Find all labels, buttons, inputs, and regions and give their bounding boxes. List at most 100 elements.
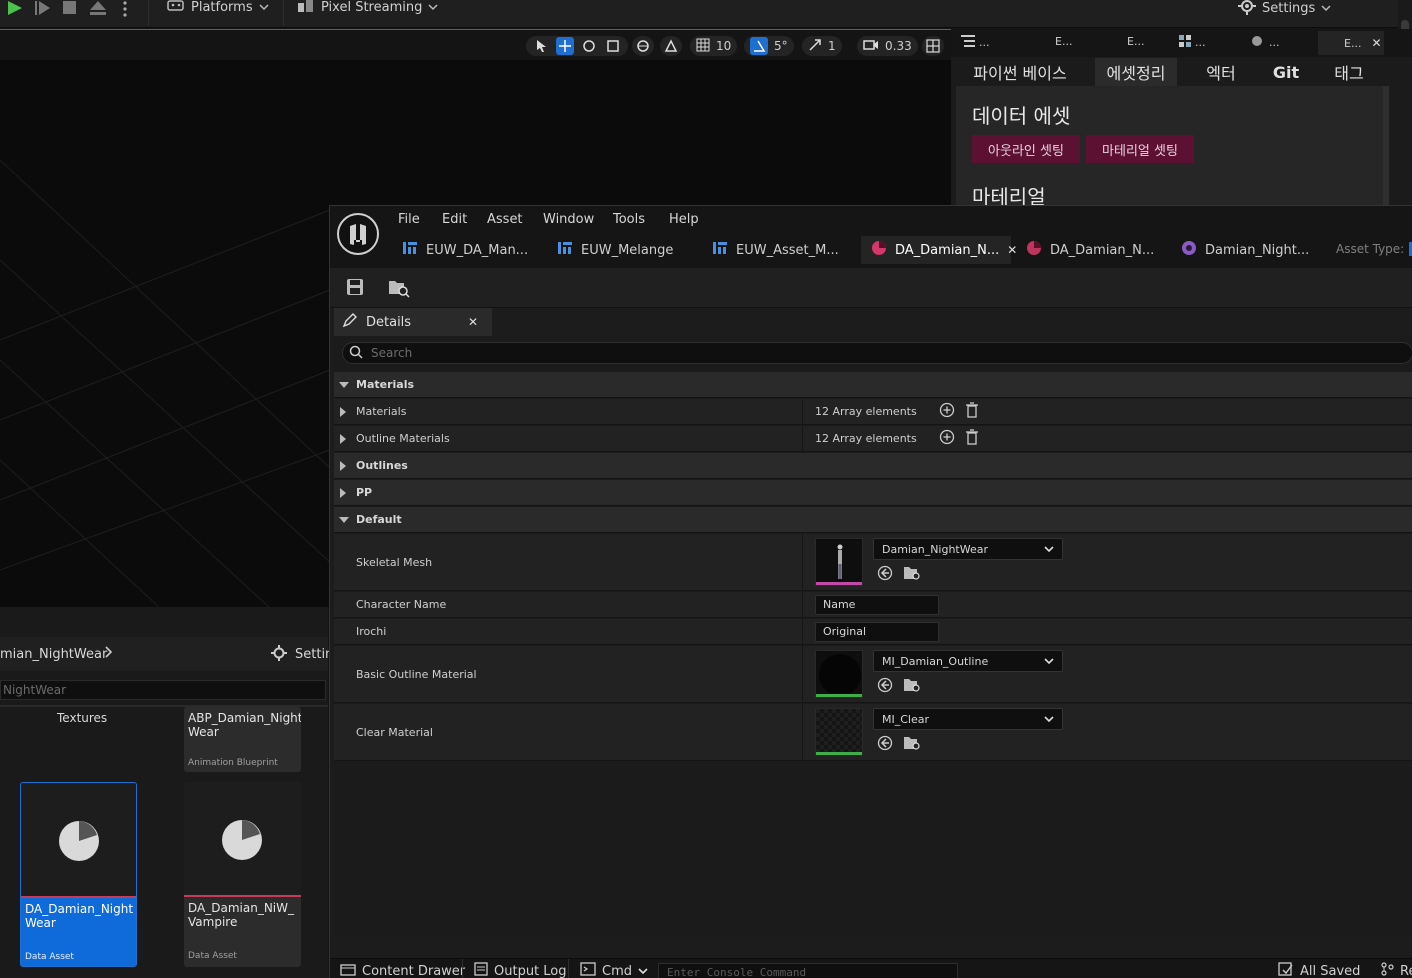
asset-label-area: DA_Damian_NiW_ Vampire Data Asset [184, 897, 301, 965]
folder-label[interactable]: Textures [57, 711, 107, 725]
cb-settings-button[interactable]: Settin [271, 645, 333, 664]
tab-git[interactable]: Git [1263, 58, 1309, 86]
platforms-menu[interactable]: Platforms [167, 0, 269, 17]
menu-window[interactable]: Window [543, 212, 594, 227]
content-drawer-label: Content Drawer [362, 963, 466, 978]
basic-outline-material-combo[interactable]: MI_Damian_Outline [873, 650, 1063, 672]
revision-control-button[interactable]: Re [1380, 961, 1412, 978]
panel-tab-world[interactable]: ... [1251, 35, 1280, 50]
use-selected-icon[interactable] [877, 565, 893, 584]
move-icon[interactable] [556, 37, 574, 55]
browse-folder-icon[interactable] [903, 677, 921, 696]
menu-edit[interactable]: Edit [442, 212, 467, 227]
irochi-field[interactable]: Original [815, 621, 939, 642]
camera-speed[interactable]: 0.33 [857, 36, 918, 56]
step-icon[interactable] [34, 0, 52, 19]
menu-tools[interactable]: Tools [613, 212, 645, 227]
breadcrumb[interactable]: mian_NightWear [0, 647, 107, 662]
trash-icon[interactable] [965, 429, 979, 448]
console-command-input[interactable]: Enter Console Command [658, 963, 958, 978]
use-selected-icon[interactable] [877, 677, 893, 696]
chevron-right-icon[interactable] [104, 645, 114, 662]
tab-actor[interactable]: 엑터 [1197, 58, 1245, 86]
output-log-button[interactable]: Output Log [474, 961, 567, 978]
trash-icon[interactable] [965, 402, 979, 421]
material-thumbnail[interactable] [815, 650, 863, 698]
asset-filter-input[interactable]: NightWear [0, 680, 326, 700]
cmd-dropdown[interactable]: Cmd [580, 961, 648, 978]
select-icon[interactable] [532, 37, 550, 55]
skeletal-mesh-combo[interactable]: Damian_NightWear [873, 538, 1063, 560]
settings-label: Settings [1262, 0, 1316, 16]
doc-tab-euw-melange[interactable]: EUW_Melange [547, 236, 697, 264]
grid-snap[interactable]: 10 [690, 36, 738, 56]
panel-tab-label: E... [1127, 35, 1145, 48]
panel-tab-grid[interactable]: ... [1179, 35, 1206, 50]
panel-tab-e2[interactable]: E... [1127, 35, 1144, 48]
asset-type-label: Asset Type: [1336, 242, 1405, 256]
revision-label: Re [1400, 963, 1412, 978]
rotation-snap[interactable]: 5° [744, 36, 794, 56]
menu-file[interactable]: File [398, 212, 420, 227]
category-pp[interactable]: PP [334, 480, 1412, 506]
asset-card-da-vampire[interactable]: DA_Damian_NiW_ Vampire Data Asset [184, 782, 301, 967]
property-row-basic-outline-material: Basic Outline Material MI_Damian_Outline [334, 646, 1412, 703]
settings-menu[interactable]: Settings [1238, 0, 1331, 19]
category-default[interactable]: Default [334, 507, 1412, 533]
material-settings-button[interactable]: 마테리얼 셋팅 [1086, 135, 1194, 163]
doc-tab-damian-night[interactable]: Damian_Night... [1171, 236, 1321, 264]
doc-tab-da-damian[interactable]: DA_Damian_N... [1016, 236, 1166, 264]
material-thumbnail[interactable] [815, 708, 863, 756]
details-tab[interactable]: Details ✕ [334, 308, 492, 336]
browse-folder-icon[interactable] [903, 565, 921, 584]
more-options-icon[interactable] [120, 0, 130, 21]
scale-icon[interactable] [604, 37, 622, 55]
skeletal-mesh-thumbnail[interactable] [815, 538, 863, 586]
outline-settings-button[interactable]: 아웃라인 셋팅 [972, 135, 1080, 163]
doc-tab-label: DA_Damian_N... [895, 242, 1000, 258]
all-saved-button[interactable]: All Saved [1278, 961, 1360, 978]
tab-python-base[interactable]: 파이썬 베이스 [967, 58, 1073, 86]
menu-asset[interactable]: Asset [487, 212, 523, 227]
add-element-icon[interactable] [939, 402, 955, 421]
doc-tab-da-damian-active[interactable]: DA_Damian_N... ✕ [861, 236, 1017, 264]
save-icon[interactable] [346, 278, 364, 299]
pixel-streaming-menu[interactable]: Pixel Streaming [297, 0, 438, 17]
panel-tab-e1[interactable]: E... [1055, 35, 1072, 48]
panel-tab-outliner[interactable]: ... [961, 35, 990, 50]
details-search-input[interactable]: Search [342, 342, 1412, 364]
coordinate-system-icon[interactable] [632, 36, 654, 56]
browse-to-asset-icon[interactable] [388, 278, 410, 301]
menu-help[interactable]: Help [669, 212, 699, 227]
play-icon[interactable] [6, 0, 24, 19]
surface-snap-icon[interactable] [660, 36, 682, 56]
asset-card-abp[interactable]: ABP_Damian_Night Wear Animation Blueprin… [184, 707, 301, 772]
browse-folder-icon[interactable] [903, 735, 921, 754]
doc-tab-euw-asset-m[interactable]: EUW_Asset_M... [702, 236, 857, 264]
panel-scrollbar[interactable] [1383, 86, 1389, 207]
eject-icon[interactable] [89, 0, 107, 19]
close-icon[interactable]: ✕ [468, 315, 478, 329]
add-element-icon[interactable] [939, 429, 955, 448]
viewport-layout-icon[interactable] [922, 36, 944, 56]
doc-tab-euw-da-man[interactable]: EUW_DA_Man... [392, 236, 542, 264]
outliner-icon [961, 35, 975, 50]
asset-card-da-nightwear[interactable]: DA_Damian_Night Wear Data Asset [20, 782, 137, 967]
panel-tab-active[interactable]: E... ✕ [1318, 31, 1384, 55]
clear-material-combo[interactable]: MI_Clear [873, 708, 1063, 730]
asset-type-bar [816, 582, 862, 585]
collapse-arrow-icon[interactable] [340, 406, 346, 417]
scale-snap[interactable]: 1 [802, 36, 842, 56]
character-name-field[interactable]: Name [815, 594, 939, 615]
category-materials[interactable]: Materials [334, 372, 1412, 398]
rotate-icon[interactable] [580, 37, 598, 55]
tab-asset-cleanup[interactable]: 에셋정리 [1095, 58, 1177, 86]
stop-icon[interactable] [62, 0, 78, 19]
close-icon[interactable]: ✕ [1371, 36, 1381, 50]
use-selected-icon[interactable] [877, 735, 893, 754]
collapse-arrow-icon[interactable] [340, 433, 346, 444]
tab-tag[interactable]: 태그 [1321, 58, 1377, 86]
grid-snap-value: 10 [716, 39, 732, 53]
category-outlines[interactable]: Outlines [334, 453, 1412, 479]
content-drawer-button[interactable]: Content Drawer [340, 961, 465, 978]
